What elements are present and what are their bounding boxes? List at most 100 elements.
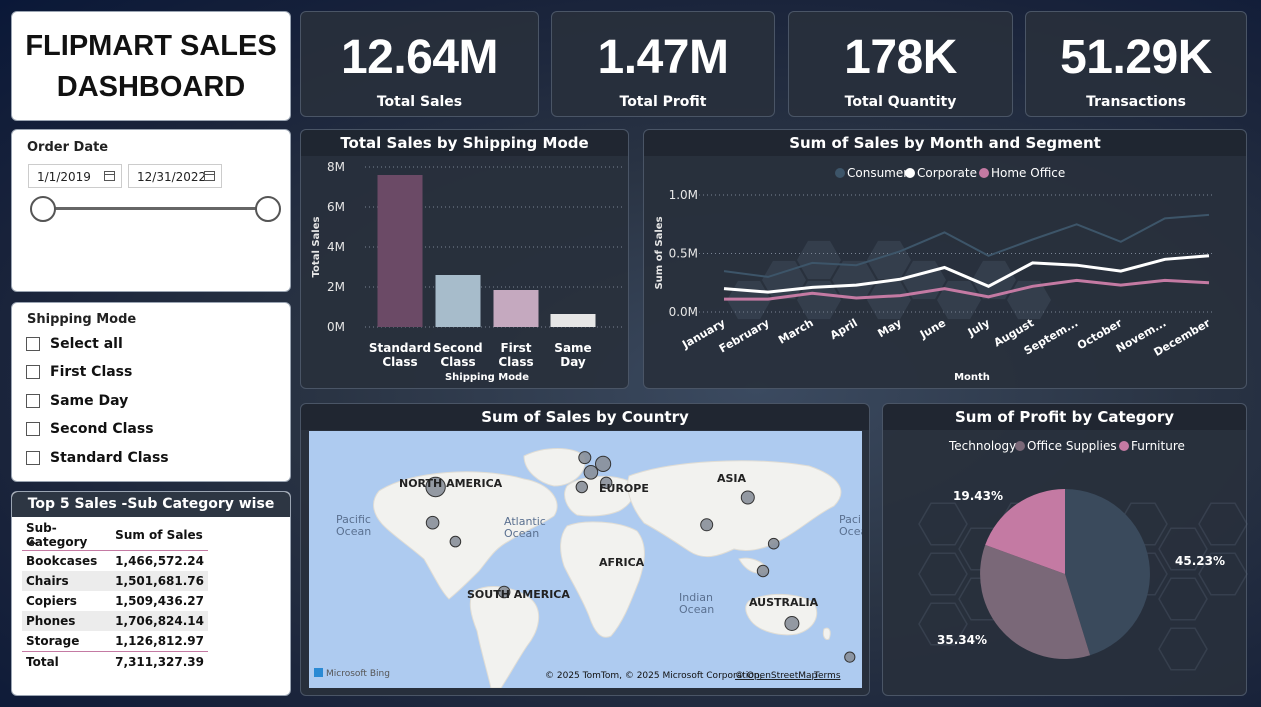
table-row[interactable]: Copiers 1,509,436.27 bbox=[22, 591, 208, 611]
bar[interactable] bbox=[435, 275, 481, 327]
x-tick-label: Second bbox=[433, 341, 482, 355]
country-bubble[interactable] bbox=[583, 465, 599, 480]
x-tick-label: May bbox=[876, 316, 904, 340]
x-tick-label: First bbox=[500, 341, 531, 355]
country-bubble[interactable] bbox=[595, 455, 612, 473]
cell-sum-of-sales: 1,706,824.14 bbox=[115, 614, 204, 628]
cell-subcategory: Storage bbox=[26, 634, 80, 648]
start-date-input[interactable]: 1/1/2019 bbox=[28, 164, 122, 188]
pie-data-label: 45.23% bbox=[1175, 554, 1225, 568]
checkbox[interactable] bbox=[26, 337, 40, 351]
country-bubble[interactable] bbox=[740, 490, 755, 505]
order-date-label: Order Date bbox=[27, 140, 109, 155]
date-slider-start-handle[interactable] bbox=[30, 196, 56, 222]
country-bubble[interactable] bbox=[449, 535, 462, 548]
y-tick-label: 6M bbox=[327, 200, 345, 214]
legend-label[interactable]: Office Supplies bbox=[1027, 439, 1117, 453]
bar[interactable] bbox=[377, 175, 423, 327]
top5-body: Bookcases 1,466,572.24 Chairs 1,501,681.76 C… bbox=[22, 550, 208, 673]
hexagon bbox=[918, 552, 968, 596]
map-attribution: © 2025 TomTom, © 2025 Microsoft Corporat… bbox=[545, 671, 762, 681]
option-label: Second Class bbox=[50, 421, 154, 437]
map-title: Sum of Sales by Country bbox=[301, 404, 869, 430]
calendar-icon[interactable] bbox=[204, 171, 215, 181]
table-row[interactable]: Chairs 1,501,681.76 bbox=[22, 571, 208, 591]
checkbox[interactable] bbox=[26, 451, 40, 465]
country-bubble[interactable] bbox=[767, 537, 780, 550]
y-tick-label: 0M bbox=[327, 320, 345, 334]
hexagon bbox=[797, 240, 841, 280]
legend-marker bbox=[905, 168, 915, 178]
x-tick-label: Same bbox=[554, 341, 591, 355]
cell-subcategory: Bookcases bbox=[26, 554, 98, 568]
y-tick-label: 2M bbox=[327, 280, 345, 294]
hexagon bbox=[1158, 627, 1208, 671]
bar-chart-panel: Total Sales by Shipping Mode 0M 2M 4M 6M 8M T… bbox=[300, 129, 629, 389]
terms-link[interactable]: Terms bbox=[813, 671, 841, 681]
y-axis-label: Sum of Sales bbox=[654, 216, 665, 289]
title-line-1: FLIPMART SALES bbox=[25, 30, 277, 62]
x-tick-label: Class bbox=[440, 355, 475, 369]
y-tick-label: 1.0M bbox=[669, 188, 698, 202]
cell-sum-of-sales: 1,509,436.27 bbox=[115, 594, 204, 608]
x-tick-label: Class bbox=[498, 355, 533, 369]
osm-link[interactable]: © OpenStreetMap bbox=[735, 671, 818, 681]
country-bubble[interactable] bbox=[756, 564, 770, 578]
total-value: 7,311,327.39 bbox=[115, 655, 204, 669]
country-bubble[interactable] bbox=[425, 515, 440, 530]
map-continent-label: AFRICA bbox=[599, 556, 645, 569]
legend-label[interactable]: Home Office bbox=[991, 166, 1065, 180]
kpi-total-quantity: 178K Total Quantity bbox=[788, 11, 1013, 117]
legend-label[interactable]: Consumer bbox=[847, 166, 908, 180]
world-map[interactable]: NORTH AMERICA EUROPE ASIA AFRICA SOUTH AMERI… bbox=[309, 431, 862, 688]
date-slider-track[interactable] bbox=[42, 207, 268, 210]
table-row[interactable]: Storage 1,126,812.97 bbox=[22, 631, 208, 652]
shipping-option-same-day[interactable]: Same Day bbox=[26, 390, 128, 412]
hexagon bbox=[937, 280, 981, 320]
legend-label[interactable]: Technology bbox=[948, 439, 1016, 453]
kpi-label: Total Quantity bbox=[844, 94, 957, 110]
hexagon bbox=[972, 260, 1016, 300]
x-tick-label: Class bbox=[382, 355, 417, 369]
checkbox[interactable] bbox=[26, 394, 40, 408]
cell-subcategory: Copiers bbox=[26, 594, 77, 608]
legend-label[interactable]: Furniture bbox=[1131, 439, 1185, 453]
hexagon bbox=[1158, 577, 1208, 621]
shipping-option-second-class[interactable]: Second Class bbox=[26, 418, 154, 440]
map-continent-label: SOUTH AMERICA bbox=[467, 588, 570, 601]
calendar-icon[interactable] bbox=[104, 171, 115, 181]
y-axis-label: Total Sales bbox=[311, 217, 322, 278]
x-axis-label: Month bbox=[954, 372, 990, 383]
landmass-new-zealand bbox=[822, 627, 831, 640]
country-bubble[interactable] bbox=[578, 451, 592, 465]
x-tick-label: Day bbox=[560, 355, 586, 369]
country-bubble[interactable] bbox=[844, 651, 856, 663]
hexagon bbox=[867, 280, 911, 320]
pie-data-label: 35.34% bbox=[937, 633, 987, 647]
bar[interactable] bbox=[493, 290, 539, 327]
table-row[interactable]: Bookcases 1,466,572.24 bbox=[22, 550, 208, 572]
column-header-sum-of-sales[interactable]: Sum of Sales bbox=[111, 520, 208, 551]
shipping-option-first-class[interactable]: First Class bbox=[26, 361, 132, 383]
country-bubble[interactable] bbox=[575, 480, 588, 494]
legend-marker bbox=[979, 168, 989, 178]
legend-label[interactable]: Corporate bbox=[917, 166, 977, 180]
pie-data-label: 19.43% bbox=[953, 489, 1003, 503]
bar[interactable] bbox=[550, 314, 596, 327]
date-slider-end-handle[interactable] bbox=[255, 196, 281, 222]
start-date-value: 1/1/2019 bbox=[37, 170, 91, 184]
end-date-input[interactable]: 12/31/2022 bbox=[128, 164, 222, 188]
y-tick-label: 0.0M bbox=[669, 305, 698, 319]
checkbox[interactable] bbox=[26, 422, 40, 436]
table-row[interactable]: Phones 1,706,824.14 bbox=[22, 611, 208, 631]
x-tick-label: February bbox=[717, 316, 772, 355]
shipping-option-standard-class[interactable]: Standard Class bbox=[26, 447, 169, 469]
map-ocean-label: Ocean bbox=[336, 525, 371, 538]
country-bubble[interactable] bbox=[784, 616, 800, 631]
top5-table: Sub-Category Sum of Sales Bookcases 1,466… bbox=[22, 520, 208, 672]
shipping-option-select-all[interactable]: Select all bbox=[26, 333, 123, 355]
checkbox[interactable] bbox=[26, 365, 40, 379]
top5-table-card: Top 5 Sales -Sub Category wise Sub-Categ… bbox=[11, 491, 291, 696]
column-header-subcategory[interactable]: Sub-Category bbox=[22, 520, 111, 551]
country-bubble[interactable] bbox=[700, 518, 714, 532]
